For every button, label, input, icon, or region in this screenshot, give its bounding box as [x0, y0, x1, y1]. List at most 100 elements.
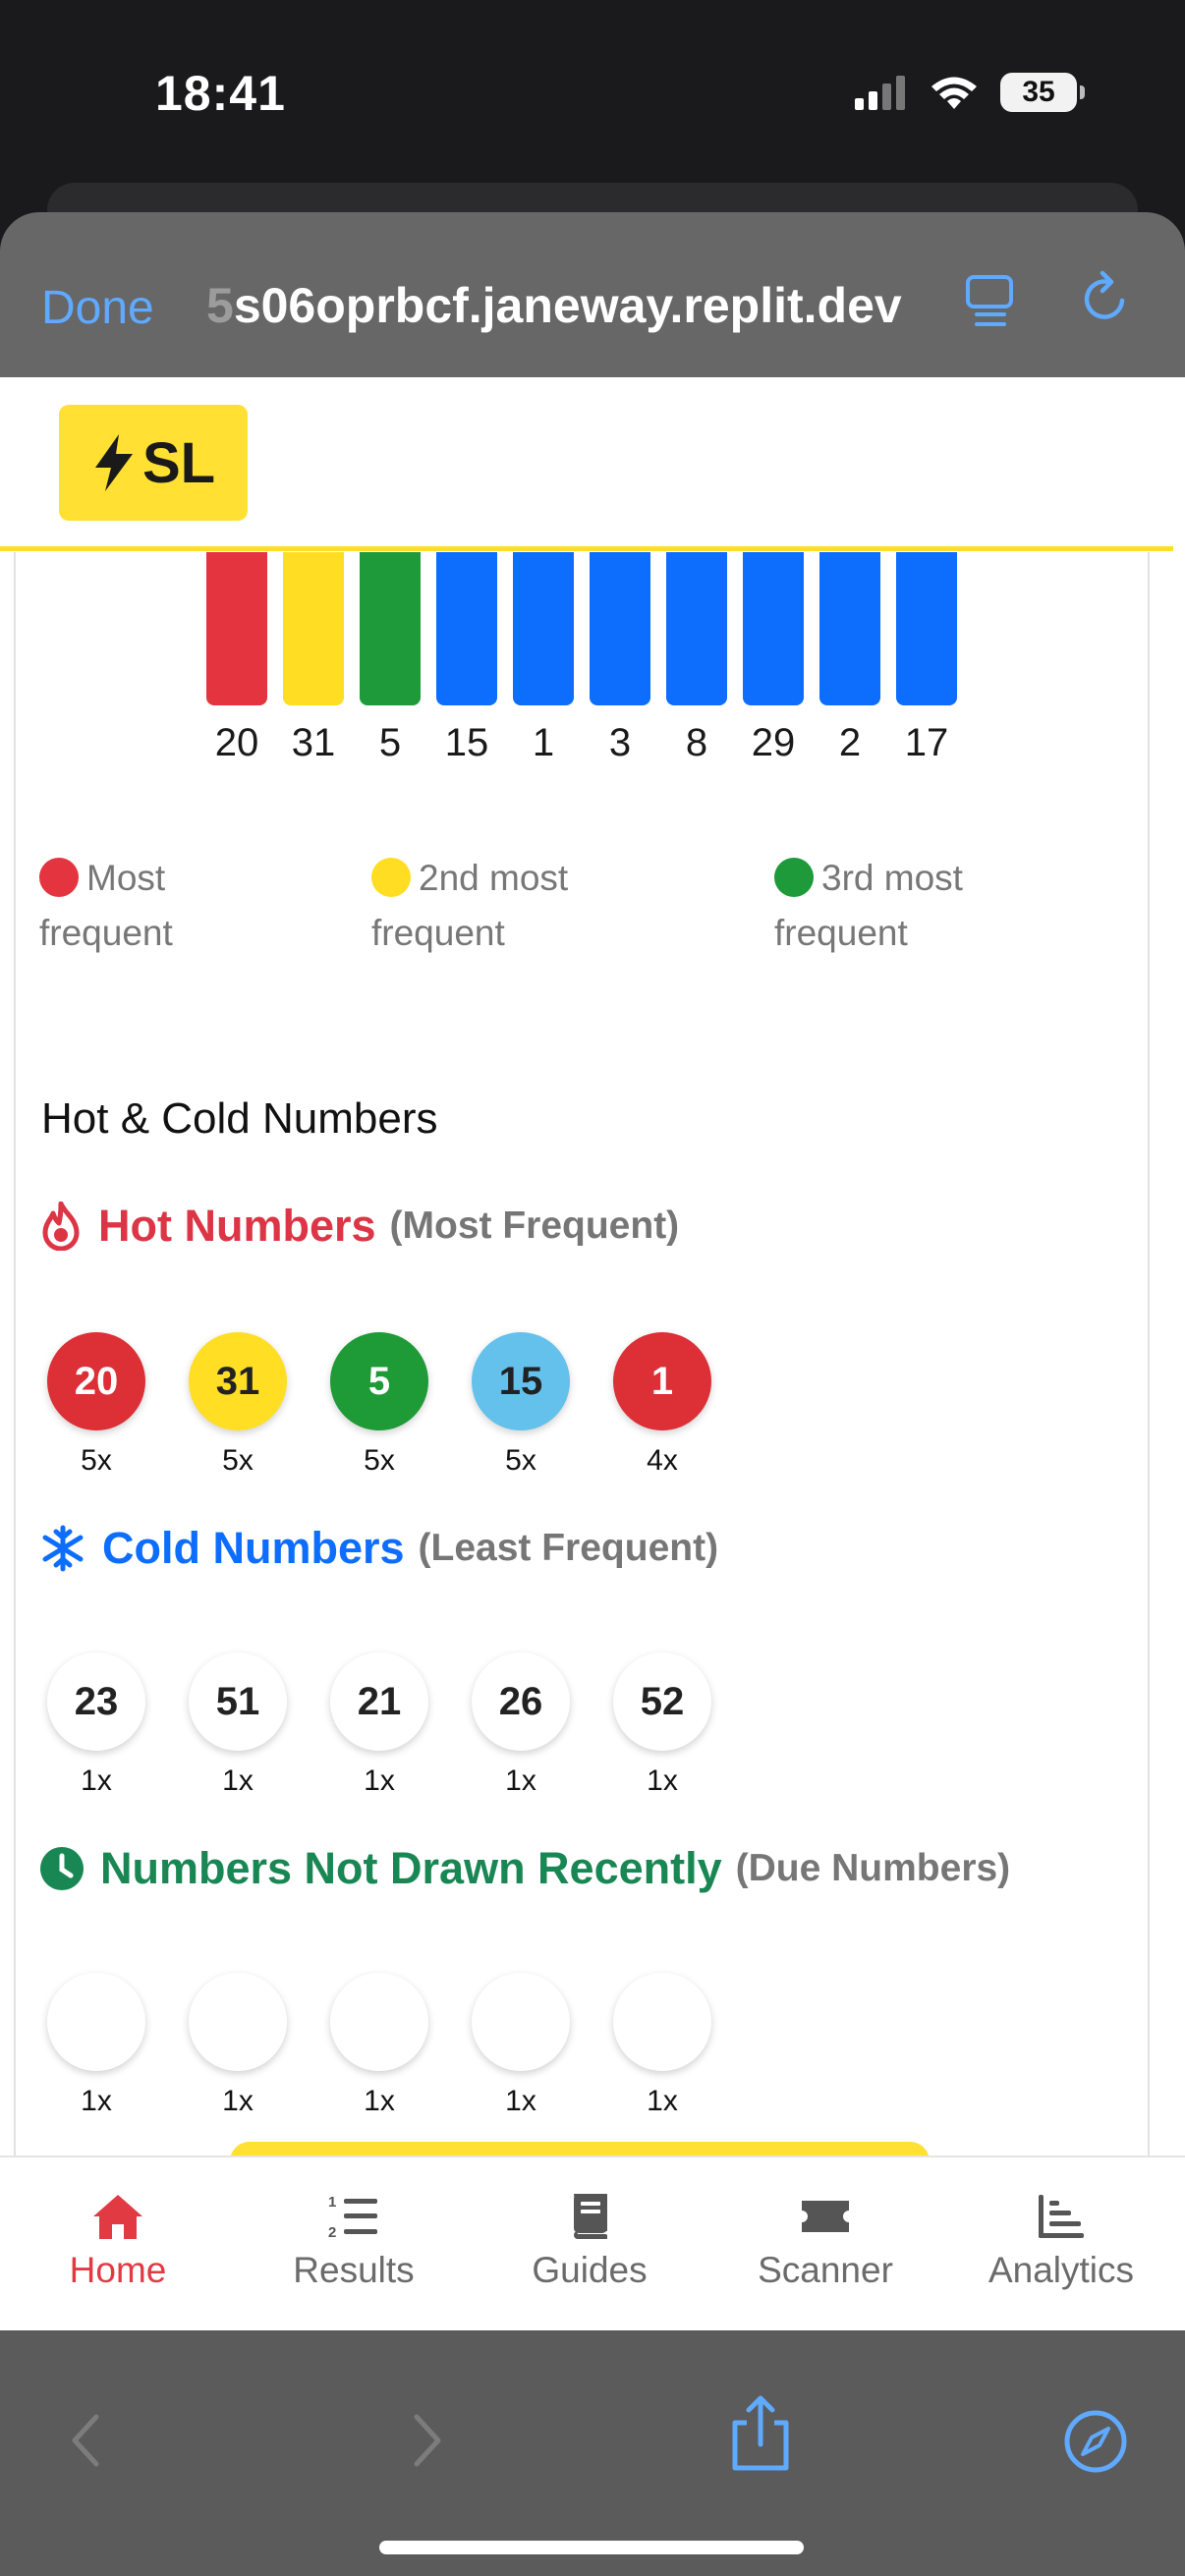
legend-label-cont: frequent	[371, 913, 505, 953]
tab-scanner[interactable]: Scanner	[707, 2191, 943, 2291]
number-ball: 52	[613, 1652, 711, 1751]
legend-label-cont: frequent	[39, 913, 173, 953]
bar-number-label: 20	[214, 721, 259, 764]
battery-indicator: 35	[1000, 73, 1085, 112]
frequency-bar	[819, 552, 880, 705]
draw-count: 1x	[222, 1764, 254, 1797]
bar-number-label: 3	[608, 721, 632, 764]
back-arrow-icon[interactable]	[67, 2411, 106, 2470]
share-icon[interactable]	[729, 2393, 792, 2472]
done-button[interactable]: Done	[41, 281, 154, 335]
draw-count: 1x	[364, 2085, 395, 2117]
due-number-item: 1x	[611, 1973, 713, 2118]
cold-number-item: 51 1x	[187, 1652, 289, 1798]
tab-analytics[interactable]: Analytics	[943, 2191, 1179, 2291]
lightning-icon	[94, 434, 133, 491]
web-page: SL 20 31 5 15 1 3 8 29 2 17 Most frequent 2nd most f…	[0, 377, 1185, 2159]
legend-label: 2nd most	[419, 858, 569, 898]
bar-number-label: 1	[532, 721, 555, 764]
url-field[interactable]: 5s06oprbcf.janeway.replit.dev	[206, 277, 902, 334]
svg-text:1: 1	[328, 2194, 336, 2211]
hot-number-item: 20 5x	[45, 1332, 147, 1478]
number-ball: 51	[189, 1652, 287, 1751]
status-bar: 18:41 35	[0, 0, 1185, 187]
number-ball	[189, 1973, 287, 2071]
wifi-icon	[931, 77, 977, 109]
due-numbers-heading: Numbers Not Drawn Recently (Due Numbers)	[39, 1843, 1010, 1894]
draw-count: 1x	[222, 2085, 254, 2117]
draw-count: 1x	[81, 1764, 112, 1797]
url-fragment: 5	[206, 278, 234, 333]
draw-count: 1x	[81, 2085, 112, 2117]
reader-view-icon[interactable]	[965, 271, 1016, 330]
due-number-item: 1x	[470, 1973, 572, 2118]
legend-item: Most frequent	[39, 851, 373, 961]
draw-count: 5x	[364, 1444, 395, 1477]
number-ball: 5	[330, 1332, 428, 1430]
bar-number-label: 29	[751, 721, 796, 764]
cold-number-item: 26 1x	[470, 1652, 572, 1798]
browser-bar: Done 5s06oprbcf.janeway.replit.dev	[0, 212, 1185, 377]
number-ball: 21	[330, 1652, 428, 1751]
tab-analytics-label: Analytics	[988, 2250, 1135, 2290]
number-ball	[330, 1973, 428, 2071]
bar-number-label: 2	[838, 721, 862, 764]
bar-number-label: 8	[685, 721, 708, 764]
compass-icon[interactable]	[1063, 2409, 1128, 2474]
due-numbers-sub: (Due Numbers)	[735, 1847, 1011, 1889]
hot-number-item: 31 5x	[187, 1332, 289, 1478]
tab-guides[interactable]: Guides	[472, 2191, 707, 2291]
draw-count: 1x	[364, 1764, 395, 1797]
section-title: Hot & Cold Numbers	[41, 1094, 438, 1143]
number-ball: 31	[189, 1332, 287, 1430]
browser-toolbar	[0, 2330, 1185, 2576]
frequency-bar	[206, 552, 267, 705]
frequency-bar	[283, 552, 344, 705]
due-number-item: 1x	[328, 1973, 430, 2118]
cold-number-item: 23 1x	[45, 1652, 147, 1798]
svg-text:2: 2	[328, 2224, 336, 2240]
snowflake-icon	[42, 1525, 84, 1572]
bottom-tab-bar: Home 1 2 Results Guides Scanner Analytic…	[0, 2156, 1185, 2332]
home-icon	[93, 2195, 142, 2239]
bar-number-label: 17	[904, 721, 949, 764]
number-ball	[47, 1973, 145, 2071]
draw-count: 5x	[222, 1444, 254, 1477]
draw-count: 1x	[505, 1764, 536, 1797]
frequency-bar	[513, 552, 574, 705]
hot-number-item: 5 5x	[328, 1332, 430, 1478]
bar-number-label: 5	[378, 721, 402, 764]
cellular-signal-icon	[855, 76, 905, 110]
legend-swatch	[39, 858, 79, 897]
home-indicator	[379, 2541, 804, 2554]
frequency-bar	[590, 552, 650, 705]
frequency-bar	[666, 552, 727, 705]
cold-numbers-label: Cold Numbers	[102, 1523, 405, 1573]
forward-arrow-icon[interactable]	[407, 2411, 446, 2470]
tab-results-label: Results	[293, 2250, 415, 2290]
app-logo[interactable]: SL	[59, 405, 248, 521]
number-ball: 23	[47, 1652, 145, 1751]
draw-count: 1x	[647, 2085, 678, 2117]
reload-icon[interactable]	[1079, 269, 1134, 328]
legend-swatch	[371, 858, 411, 897]
app-header: SL	[0, 377, 1173, 551]
cold-numbers-sub: (Least Frequent)	[418, 1527, 719, 1569]
tab-results[interactable]: 1 2 Results	[236, 2191, 472, 2291]
bar-number-label: 15	[444, 721, 489, 764]
content-card: 20 31 5 15 1 3 8 29 2 17 Most frequent 2nd most freq…	[14, 552, 1150, 2159]
list-ordered-icon: 1 2	[328, 2194, 377, 2240]
ticket-icon	[802, 2201, 849, 2232]
hot-numbers-heading: Hot Numbers (Most Frequent)	[39, 1201, 679, 1252]
cold-number-item: 21 1x	[328, 1652, 430, 1798]
logo-text: SL	[141, 430, 216, 495]
cold-number-item: 52 1x	[611, 1652, 713, 1798]
tab-home[interactable]: Home	[0, 2191, 236, 2291]
cold-numbers-heading: Cold Numbers (Least Frequent)	[39, 1523, 718, 1574]
chart-icon	[1039, 2195, 1084, 2238]
clock-icon	[40, 1847, 84, 1890]
fire-icon	[42, 1202, 80, 1251]
draw-count: 5x	[505, 1444, 536, 1477]
hot-numbers-label: Hot Numbers	[98, 1201, 376, 1251]
legend-label: 3rd most	[821, 858, 963, 898]
